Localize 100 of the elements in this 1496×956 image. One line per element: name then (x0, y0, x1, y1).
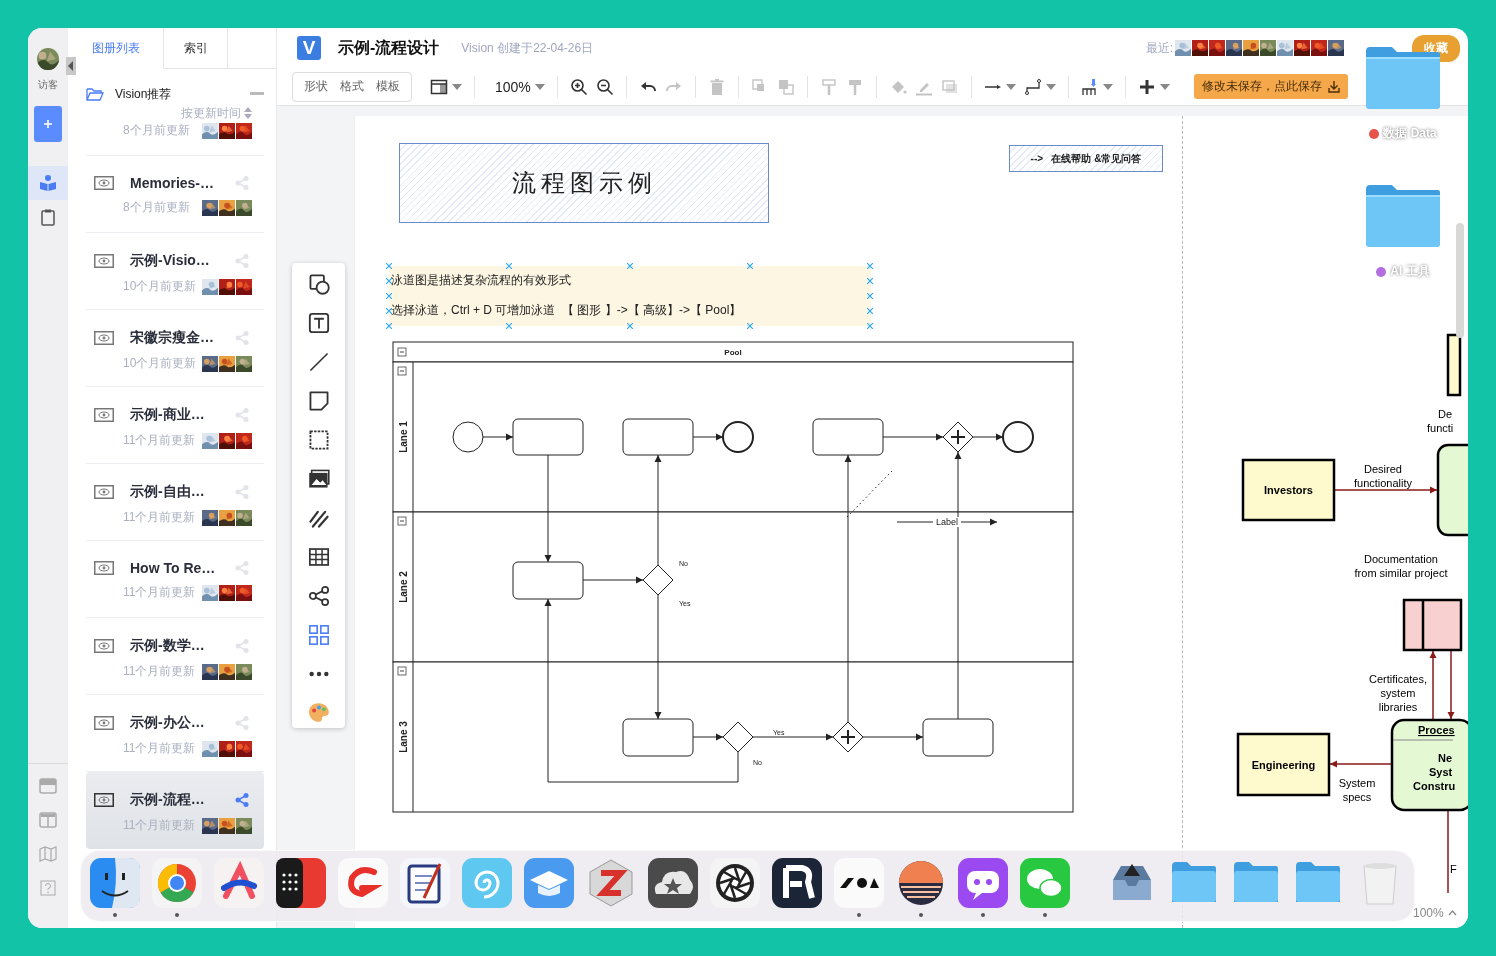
crossed-strokes-icon[interactable] (214, 858, 264, 908)
selection-handle[interactable] (386, 323, 392, 329)
collapse-icon[interactable] (397, 516, 407, 526)
tab[interactable]: 索引 (163, 28, 228, 68)
folder-icon[interactable] (1364, 183, 1442, 249)
selection-handle[interactable] (386, 293, 392, 299)
help-icon[interactable] (40, 880, 56, 896)
shape-icon[interactable] (307, 273, 330, 295)
selection-handle[interactable] (867, 323, 873, 329)
eye-icon[interactable] (94, 254, 114, 268)
elbow-connector-icon[interactable] (1023, 77, 1042, 96)
slash-tile-icon[interactable] (772, 858, 822, 908)
caret-icon[interactable] (1102, 83, 1113, 90)
sort-icon[interactable] (244, 107, 252, 119)
sticky-note-icon[interactable] (307, 390, 330, 412)
text-box-icon[interactable] (307, 312, 330, 334)
selection-handle[interactable] (867, 263, 873, 269)
insert-column-icon[interactable] (1080, 77, 1099, 96)
plus-icon[interactable] (1137, 77, 1156, 96)
panel-tab[interactable]: 格式 (335, 78, 369, 95)
selection-handle[interactable] (506, 263, 512, 269)
collapse-icon[interactable] (397, 666, 407, 676)
scrollbar-thumb[interactable] (1456, 223, 1464, 338)
notebook-icon[interactable] (400, 858, 450, 908)
ring-icon[interactable] (152, 858, 202, 908)
collapse-icon[interactable] (250, 92, 264, 96)
add-button[interactable] (34, 106, 62, 142)
item-title[interactable]: 宋徽宗瘦金… (130, 329, 214, 347)
caret-icon[interactable] (1447, 910, 1457, 916)
caret-icon[interactable] (1045, 83, 1056, 90)
selection-handle[interactable] (386, 278, 392, 284)
zigzag-icon[interactable] (586, 858, 636, 908)
spiral-icon[interactable] (462, 858, 512, 908)
folder-icon[interactable] (86, 87, 104, 101)
aperture-icon[interactable] (710, 858, 760, 908)
zoom-out-icon[interactable] (595, 77, 614, 96)
help-link[interactable]: --> 在线帮助 &常见问答 (1009, 145, 1163, 172)
book-icon[interactable] (39, 174, 57, 192)
item-title[interactable]: 示例-办公… (130, 714, 205, 732)
caret-icon[interactable] (452, 83, 462, 90)
selection-handle[interactable] (386, 263, 392, 269)
shapes-tile-icon[interactable] (834, 858, 884, 908)
selection-handle[interactable] (627, 323, 633, 329)
list-item[interactable]: 示例-自由… 11个月前更新 (86, 464, 264, 541)
folder-label[interactable]: 数据 Data (1383, 125, 1437, 142)
selection-handle[interactable] (867, 278, 873, 284)
zoom-level[interactable]: 100% (1413, 906, 1444, 920)
frame-icon[interactable] (307, 429, 330, 451)
selection-handle[interactable] (386, 308, 392, 314)
share-icon[interactable] (235, 793, 249, 807)
item-title[interactable]: 示例-流程… (130, 791, 205, 809)
item-title[interactable]: How To Re… (130, 560, 216, 576)
palette-icon[interactable] (307, 702, 330, 724)
columns-icon[interactable] (39, 812, 57, 828)
eye-icon[interactable] (94, 639, 114, 653)
sunset-icon[interactable] (896, 858, 946, 908)
robot-icon[interactable] (958, 858, 1008, 908)
selection-handle[interactable] (867, 293, 873, 299)
item-title[interactable]: 示例-商业… (130, 406, 205, 424)
item-title[interactable]: 示例-数学… (130, 637, 205, 655)
table-icon[interactable] (307, 546, 330, 568)
collapse-icon[interactable] (397, 347, 407, 357)
list-item[interactable]: 示例-Visio… 10个月前更新 (86, 233, 264, 310)
cap-icon[interactable] (524, 858, 574, 908)
collapse-icon[interactable] (397, 366, 407, 376)
caret-icon[interactable] (534, 83, 545, 90)
zoom-in-icon[interactable] (569, 77, 588, 96)
selection-handle[interactable] (747, 323, 753, 329)
selection-handle[interactable] (627, 263, 633, 269)
list-item[interactable]: Memories-… 8个月前更新 (86, 156, 264, 233)
item-title[interactable]: 示例-自由… (130, 483, 205, 501)
keypad-icon[interactable] (276, 858, 326, 908)
clipboard-icon[interactable] (39, 208, 57, 226)
eye-icon[interactable] (94, 331, 114, 345)
chat-bubbles-icon[interactable] (1020, 858, 1070, 908)
map-icon[interactable] (39, 846, 57, 862)
eye-icon[interactable] (94, 561, 114, 575)
selection-handle[interactable] (747, 263, 753, 269)
folder-label[interactable]: AI 工具 (1390, 263, 1430, 280)
list-item[interactable]: 宋徽宗瘦金… 10个月前更新 (86, 310, 264, 387)
item-title[interactable]: 示例-Visio… (130, 252, 210, 270)
collapse-handle[interactable] (66, 57, 76, 75)
swoosh-icon[interactable] (338, 858, 388, 908)
caret-icon[interactable] (1159, 83, 1170, 90)
line-icon[interactable] (307, 351, 330, 373)
selection-handle[interactable] (506, 323, 512, 329)
selection-handle[interactable] (867, 308, 873, 314)
list-item[interactable]: How To Re… 11个月前更新 (86, 541, 264, 618)
panel-tab[interactable]: 模板 (371, 78, 405, 95)
panel-icon[interactable] (39, 778, 57, 794)
mind-map-icon[interactable] (307, 585, 330, 607)
eye-icon[interactable] (94, 793, 114, 807)
grid-icon[interactable] (307, 624, 330, 646)
save-button[interactable]: 修改未保存，点此保存 (1193, 74, 1348, 99)
eye-icon[interactable] (94, 408, 114, 422)
image-icon[interactable] (307, 468, 330, 490)
list-item[interactable]: 示例-数学… 11个月前更新 (86, 618, 264, 695)
eye-icon[interactable] (94, 176, 114, 190)
split-square-icon[interactable] (90, 858, 140, 908)
eye-icon[interactable] (94, 485, 114, 499)
